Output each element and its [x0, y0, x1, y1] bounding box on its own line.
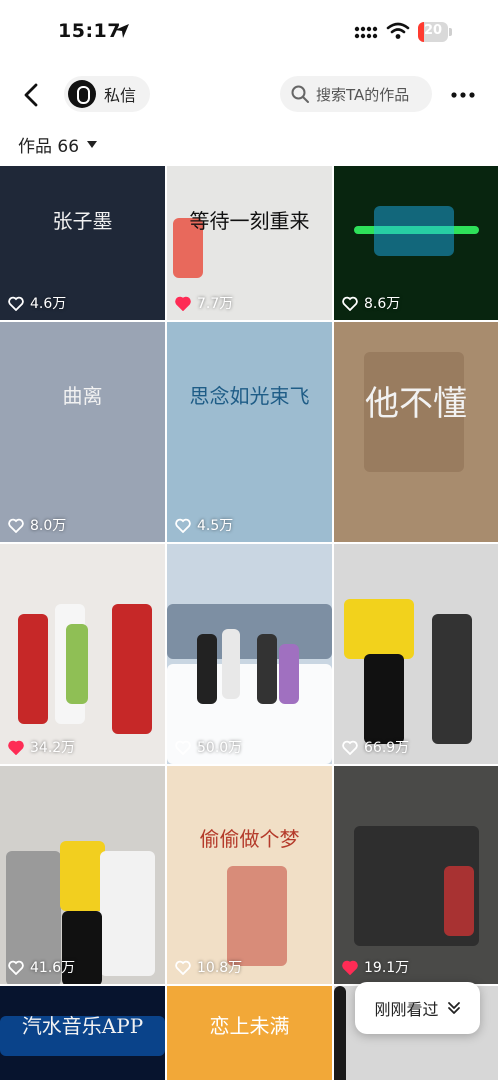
location-arrow-icon: [115, 24, 129, 38]
thumbnail-shape: [444, 866, 474, 936]
thumbnail-shape: [374, 206, 454, 256]
heart-icon: [8, 740, 24, 755]
search-icon: [291, 85, 309, 103]
top-nav: 私信 搜索TA的作品: [0, 70, 498, 120]
dropdown-triangle-icon: [87, 141, 98, 148]
thumbnail-title: 等待一刻重来: [189, 209, 310, 234]
like-count-value: 8.6万: [364, 296, 401, 312]
heart-icon: [342, 960, 358, 975]
like-count: 4.5万: [175, 515, 233, 535]
video-thumbnail[interactable]: 偷偷做个梦 10.8万: [167, 766, 332, 984]
heart-icon: [175, 518, 191, 533]
thumbnail-shape: [222, 629, 240, 699]
works-grid: 张子墨 4.6万 等待一刻重来 7.7万 8.6万曲离 8.0万 思念如光束飞 4.5万 他不懂…: [0, 166, 498, 1080]
thumbnail-shape: [197, 634, 217, 704]
thumbnail-title: 他不懂: [365, 383, 467, 424]
like-count: 10.8万: [175, 957, 242, 977]
thumbnail-title: 恋上未满: [209, 1014, 290, 1038]
thumbnail-shape: [334, 986, 346, 1080]
video-thumbnail[interactable]: 曲离 8.0万: [0, 322, 165, 542]
heart-icon: [175, 740, 191, 755]
like-count: 4.6万: [8, 293, 66, 313]
thumbnail-title: 曲离: [62, 383, 103, 408]
wifi-icon: [386, 22, 410, 39]
thumbnail-shape: [112, 604, 152, 734]
like-count: 8.0万: [8, 515, 66, 535]
video-thumbnail[interactable]: 思念如光束飞 4.5万: [167, 322, 332, 542]
thumbnail-shape: [167, 604, 332, 659]
battery-icon: 20: [418, 22, 454, 42]
heart-icon: [175, 960, 191, 975]
like-count: 50.0万: [175, 737, 242, 757]
video-thumbnail[interactable]: 19.1万: [334, 766, 498, 984]
thumbnail-title: 张子墨: [52, 209, 113, 234]
private-message-label: 私信: [104, 86, 137, 105]
thumbnail-shape: [227, 866, 287, 966]
status-bar: 15:17 20: [0, 0, 498, 66]
heart-icon: [8, 960, 24, 975]
back-arrow-icon[interactable]: [18, 81, 46, 109]
video-thumbnail[interactable]: 50.0万: [167, 544, 332, 764]
like-count-value: 4.6万: [30, 296, 67, 312]
video-thumbnail[interactable]: 34.2万: [0, 544, 165, 764]
thumbnail-shape: [344, 599, 414, 659]
heart-icon: [175, 296, 191, 311]
like-count-value: 41.6万: [30, 960, 76, 976]
like-count-value: 8.0万: [30, 518, 67, 534]
like-count-value: 19.1万: [364, 960, 410, 976]
video-thumbnail[interactable]: 他不懂: [334, 322, 498, 542]
works-count-label: 作品 66: [18, 137, 80, 157]
thumbnail-shape: [18, 614, 48, 724]
recently-viewed-label: 刚刚看过: [374, 1000, 439, 1019]
thumbnail-title: 思念如光束飞: [189, 383, 310, 408]
thumbnail-shape: [279, 644, 299, 704]
like-count: 19.1万: [342, 957, 409, 977]
thumbnail-shape: [60, 841, 105, 911]
heart-icon: [342, 296, 358, 311]
heart-icon: [8, 296, 24, 311]
battery-level: 20: [423, 23, 443, 38]
like-count-value: 4.5万: [197, 518, 234, 534]
like-count: 41.6万: [8, 957, 75, 977]
like-count: 8.6万: [342, 293, 400, 313]
recently-viewed-button[interactable]: 刚刚看过: [355, 982, 480, 1034]
like-count: 34.2万: [8, 737, 75, 757]
status-time: 15:17: [58, 20, 121, 42]
thumbnail-shape: [432, 614, 472, 744]
thumbnail-shape: [66, 624, 88, 704]
like-count-value: 50.0万: [197, 740, 243, 756]
like-count: 66.9万: [342, 737, 409, 757]
search-works-input[interactable]: 搜索TA的作品: [280, 76, 432, 112]
thumbnail-title: 汽水音乐APP: [21, 1014, 144, 1038]
heart-icon: [342, 740, 358, 755]
like-count-value: 7.7万: [197, 296, 234, 312]
like-count-value: 66.9万: [364, 740, 410, 756]
heart-icon: [8, 518, 24, 533]
video-thumbnail[interactable]: 汽水音乐APP: [0, 986, 165, 1080]
like-count-value: 10.8万: [197, 960, 243, 976]
more-icon[interactable]: [449, 83, 477, 107]
thumbnail-shape: [364, 654, 404, 744]
video-thumbnail[interactable]: 41.6万: [0, 766, 165, 984]
signal-icon: [354, 26, 378, 39]
video-thumbnail[interactable]: 等待一刻重来 7.7万: [167, 166, 332, 320]
video-thumbnail[interactable]: 张子墨 4.6万: [0, 166, 165, 320]
search-placeholder: 搜索TA的作品: [316, 85, 410, 104]
video-thumbnail[interactable]: 恋上未满: [167, 986, 332, 1080]
double-chevron-down-icon: [447, 1002, 460, 1014]
avatar: [68, 80, 96, 108]
private-message-button[interactable]: 私信: [64, 76, 151, 112]
thumbnail-title: 偷偷做个梦: [199, 827, 300, 852]
thumbnail-shape: [257, 634, 277, 704]
video-thumbnail[interactable]: 66.9万: [334, 544, 498, 764]
works-filter[interactable]: 作品 66: [18, 132, 98, 157]
like-count-value: 34.2万: [30, 740, 76, 756]
like-count: 7.7万: [175, 293, 233, 313]
thumbnail-shape: [100, 851, 155, 976]
video-thumbnail[interactable]: 8.6万: [334, 166, 498, 320]
